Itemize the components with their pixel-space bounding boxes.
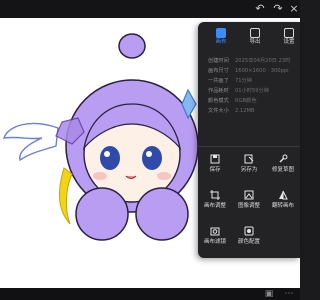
action-flip-canvas[interactable]: 翻转画布	[266, 186, 300, 218]
color-config-icon	[244, 226, 254, 236]
redo-icon[interactable]: ↷	[270, 1, 286, 17]
info-row-created: 创建时间 2025年04月20日 23时	[208, 58, 291, 64]
info-row-drawn: 一共画了 71分钟	[208, 78, 252, 84]
layers-icon[interactable]: ▣	[262, 288, 276, 300]
info-row-color-mode: 颜色模式 RGB颜色	[208, 98, 257, 104]
action-save-as[interactable]: 另存为	[232, 150, 266, 182]
camera-icon	[210, 227, 220, 236]
save-icon	[210, 154, 220, 164]
action-save[interactable]: 保存	[198, 150, 232, 182]
image-adjust-icon	[244, 190, 254, 200]
action-grid: 保存 另存为 修复草图 画布调整 图像调整 翻转画布 画布滤镜 颜色配置	[198, 150, 300, 258]
action-image-adjust[interactable]: 图像调整	[232, 186, 266, 218]
info-row-size: 画布尺寸 1600×1600 · 300ppi	[208, 68, 289, 74]
action-canvas-adjust[interactable]: 画布调整	[198, 186, 232, 218]
panel-divider	[198, 146, 300, 147]
tab-canvas[interactable]: 画布	[204, 26, 238, 50]
wrench-icon	[279, 154, 288, 163]
action-repair-sketch[interactable]: 修复草图	[266, 150, 300, 182]
info-row-duration: 作品耗时 01小时59分钟	[208, 88, 269, 94]
settings-icon	[284, 28, 294, 38]
canvas-info-list: 创建时间 2025年04月20日 23时 画布尺寸 1600×1600 · 30…	[208, 56, 298, 116]
top-toolbar: ↶ ↷ ×	[0, 0, 300, 18]
tab-export[interactable]: 导出	[238, 26, 272, 50]
action-canvas-filter[interactable]: 画布滤镜	[198, 222, 232, 254]
save-as-icon	[244, 154, 254, 164]
tab-settings[interactable]: 设置	[272, 26, 306, 50]
info-row-file-size: 文件大小 2.12MB	[208, 108, 255, 114]
bottom-toolbar: ▣ ⋯	[0, 288, 300, 300]
more-icon[interactable]: ⋯	[282, 288, 296, 300]
flip-icon	[279, 190, 288, 200]
undo-icon[interactable]: ↶	[252, 1, 268, 17]
action-color-config[interactable]: 颜色配置	[232, 222, 266, 254]
canvas-menu-panel: 画布 导出 设置 创建时间 2025年04月20日 23时 画布尺寸 1600×…	[198, 22, 300, 258]
canvas-icon	[216, 28, 226, 38]
close-icon[interactable]: ×	[286, 1, 302, 17]
crop-icon	[210, 190, 220, 200]
export-icon	[250, 28, 260, 38]
